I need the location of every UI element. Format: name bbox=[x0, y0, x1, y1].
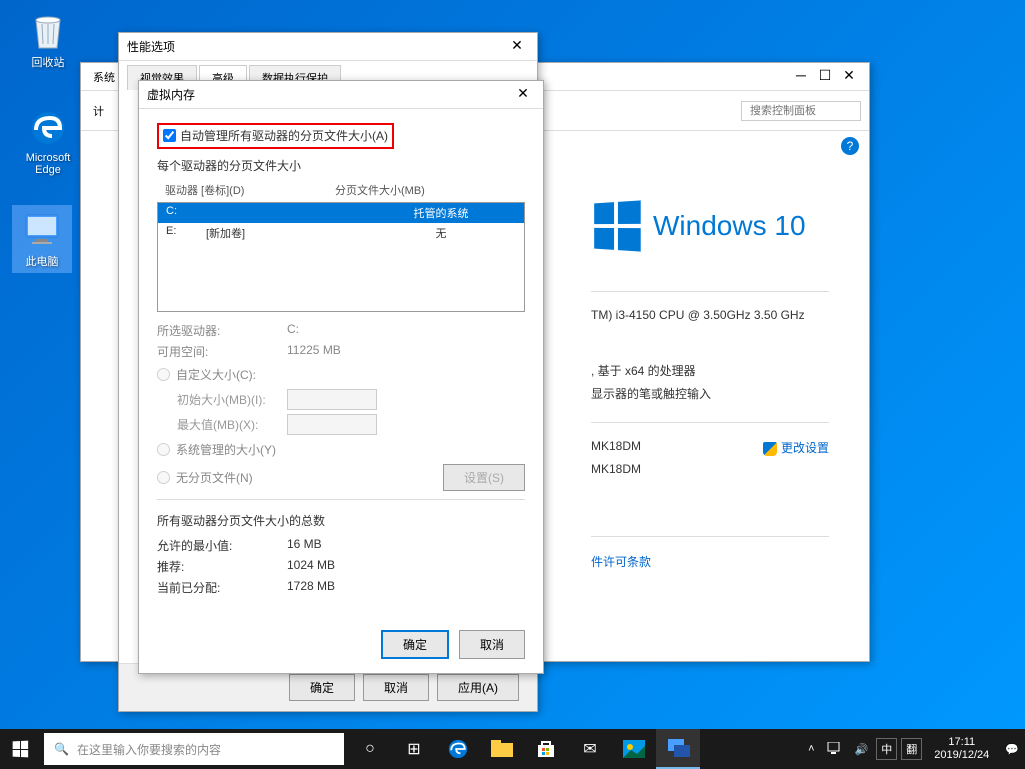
taskbar-mail-icon[interactable]: ✉ bbox=[568, 729, 612, 769]
perf-ok-button[interactable]: 确定 bbox=[289, 674, 355, 701]
desktop-icon-recycle[interactable]: 回收站 bbox=[18, 10, 78, 70]
taskbar: 🔍 在这里输入你要搜索的内容 ○ ⊞ ✉ ˄ 🔊 中 翻 17:11 2019/… bbox=[0, 729, 1025, 769]
drive-col-label: 驱动器 [卷标](D) bbox=[165, 182, 335, 198]
perf-apply-button[interactable]: 应用(A) bbox=[437, 674, 519, 701]
perf-title: 性能选项 bbox=[127, 38, 505, 55]
selected-drive-value: C: bbox=[287, 322, 299, 339]
vm-cancel-button[interactable]: 取消 bbox=[459, 630, 525, 659]
vm-close-icon[interactable]: ✕ bbox=[511, 85, 535, 105]
current-label: 当前已分配: bbox=[157, 579, 287, 596]
system-managed-radio[interactable]: 系统管理的大小(Y) bbox=[157, 441, 525, 458]
perf-cancel-button[interactable]: 取消 bbox=[363, 674, 429, 701]
tray-time: 17:11 bbox=[934, 736, 989, 749]
desktop-icon-edge[interactable]: Microsoft Edge bbox=[18, 108, 78, 176]
notification-icon[interactable]: 💬 bbox=[999, 729, 1025, 769]
perf-close-icon[interactable]: ✕ bbox=[505, 37, 529, 57]
initial-size-input bbox=[287, 389, 377, 410]
min-allowed-label: 允许的最小值: bbox=[157, 537, 287, 554]
auto-manage-label: 自动管理所有驱动器的分页文件大小(A) bbox=[180, 127, 388, 144]
max-size-label: 最大值(MB)(X): bbox=[177, 416, 287, 433]
auto-manage-checkbox[interactable]: 自动管理所有驱动器的分页文件大小(A) bbox=[163, 127, 388, 144]
virtual-memory-dialog: 虚拟内存 ✕ 自动管理所有驱动器的分页文件大小(A) 每个驱动器的分页文件大小 … bbox=[138, 80, 544, 674]
cpu-info: TM) i3-4150 CPU @ 3.50GHz 3.50 GHz bbox=[591, 308, 829, 322]
breadcrumb: 计 bbox=[89, 103, 104, 119]
edge-label: Microsoft Edge bbox=[18, 152, 78, 176]
ime-indicator-1[interactable]: 中 bbox=[876, 738, 897, 760]
recycle-bin-icon bbox=[28, 10, 68, 50]
taskbar-photos-icon[interactable] bbox=[612, 729, 656, 769]
arch-info: , 基于 x64 的处理器 bbox=[591, 362, 829, 379]
computer-name2: MK18DM bbox=[591, 462, 829, 476]
tray-chevron-icon[interactable]: ˄ bbox=[802, 729, 820, 769]
custom-size-radio[interactable]: 自定义大小(C): bbox=[157, 366, 525, 383]
drive-row-e[interactable]: E: [新加卷] 无 bbox=[158, 223, 524, 243]
current-value: 1728 MB bbox=[287, 579, 335, 596]
paging-col-label: 分页文件大小(MB) bbox=[335, 182, 425, 198]
no-paging-radio[interactable]: 无分页文件(N) bbox=[157, 469, 253, 486]
taskbar-search[interactable]: 🔍 在这里输入你要搜索的内容 bbox=[44, 733, 344, 765]
drive-row-c[interactable]: C: 托管的系统 bbox=[158, 203, 524, 223]
tray-clock[interactable]: 17:11 2019/12/24 bbox=[924, 736, 999, 762]
tray-volume-icon[interactable]: 🔊 bbox=[849, 729, 875, 769]
desktop-icon-pc[interactable]: 此电脑 bbox=[12, 205, 72, 273]
license-link[interactable]: 件许可条款 bbox=[591, 555, 651, 569]
change-settings-link[interactable]: 更改设置 bbox=[763, 439, 829, 456]
taskbar-explorer-icon[interactable] bbox=[480, 729, 524, 769]
close-icon[interactable]: ✕ bbox=[837, 67, 861, 87]
each-drive-label: 每个驱动器的分页文件大小 bbox=[157, 157, 525, 174]
help-icon[interactable]: ? bbox=[841, 137, 859, 155]
taskbar-store-icon[interactable] bbox=[524, 729, 568, 769]
ime-indicator-2[interactable]: 翻 bbox=[901, 738, 922, 760]
shield-icon bbox=[763, 442, 777, 456]
search-input[interactable] bbox=[741, 101, 861, 121]
available-space-value: 11225 MB bbox=[287, 343, 341, 360]
windows-logo-text: Windows 10 bbox=[653, 210, 806, 242]
recommended-value: 1024 MB bbox=[287, 558, 335, 575]
edge-icon bbox=[28, 108, 68, 148]
windows-logo: Windows 10 bbox=[591, 201, 829, 251]
start-button[interactable] bbox=[0, 729, 40, 769]
drive-list[interactable]: C: 托管的系统 E: [新加卷] 无 bbox=[157, 202, 525, 312]
initial-size-label: 初始大小(MB)(I): bbox=[177, 391, 287, 408]
available-space-label: 可用空间: bbox=[157, 343, 287, 360]
recycle-label: 回收站 bbox=[18, 54, 78, 70]
task-view-icon[interactable]: ⊞ bbox=[392, 729, 436, 769]
pen-info: 显示器的笔或触控输入 bbox=[591, 385, 829, 402]
vm-title: 虚拟内存 bbox=[147, 86, 511, 103]
maximize-icon[interactable]: ☐ bbox=[813, 67, 837, 87]
drive-list-header: 驱动器 [卷标](D) 分页文件大小(MB) bbox=[157, 178, 525, 202]
windows-icon bbox=[13, 741, 28, 758]
set-button: 设置(S) bbox=[443, 464, 525, 491]
cortana-icon[interactable]: ○ bbox=[348, 729, 392, 769]
pc-label: 此电脑 bbox=[16, 253, 68, 269]
selected-drive-label: 所选驱动器: bbox=[157, 322, 287, 339]
search-icon: 🔍 bbox=[54, 742, 69, 756]
auto-manage-highlight: 自动管理所有驱动器的分页文件大小(A) bbox=[157, 123, 394, 149]
computer-name: MK18DM bbox=[591, 439, 641, 456]
recommended-label: 推荐: bbox=[157, 558, 287, 575]
taskbar-edge-icon[interactable] bbox=[436, 729, 480, 769]
minimize-icon[interactable]: ─ bbox=[789, 67, 813, 87]
tray-network-icon[interactable] bbox=[821, 729, 849, 769]
vm-ok-button[interactable]: 确定 bbox=[381, 630, 449, 659]
max-size-input bbox=[287, 414, 377, 435]
tray-date: 2019/12/24 bbox=[934, 749, 989, 762]
totals-header: 所有驱动器分页文件大小的总数 bbox=[157, 512, 525, 529]
min-allowed-value: 16 MB bbox=[287, 537, 322, 554]
taskbar-system-icon[interactable] bbox=[656, 729, 700, 769]
search-placeholder: 在这里输入你要搜索的内容 bbox=[77, 741, 221, 758]
auto-manage-input[interactable] bbox=[163, 129, 176, 142]
pc-icon bbox=[22, 209, 62, 249]
